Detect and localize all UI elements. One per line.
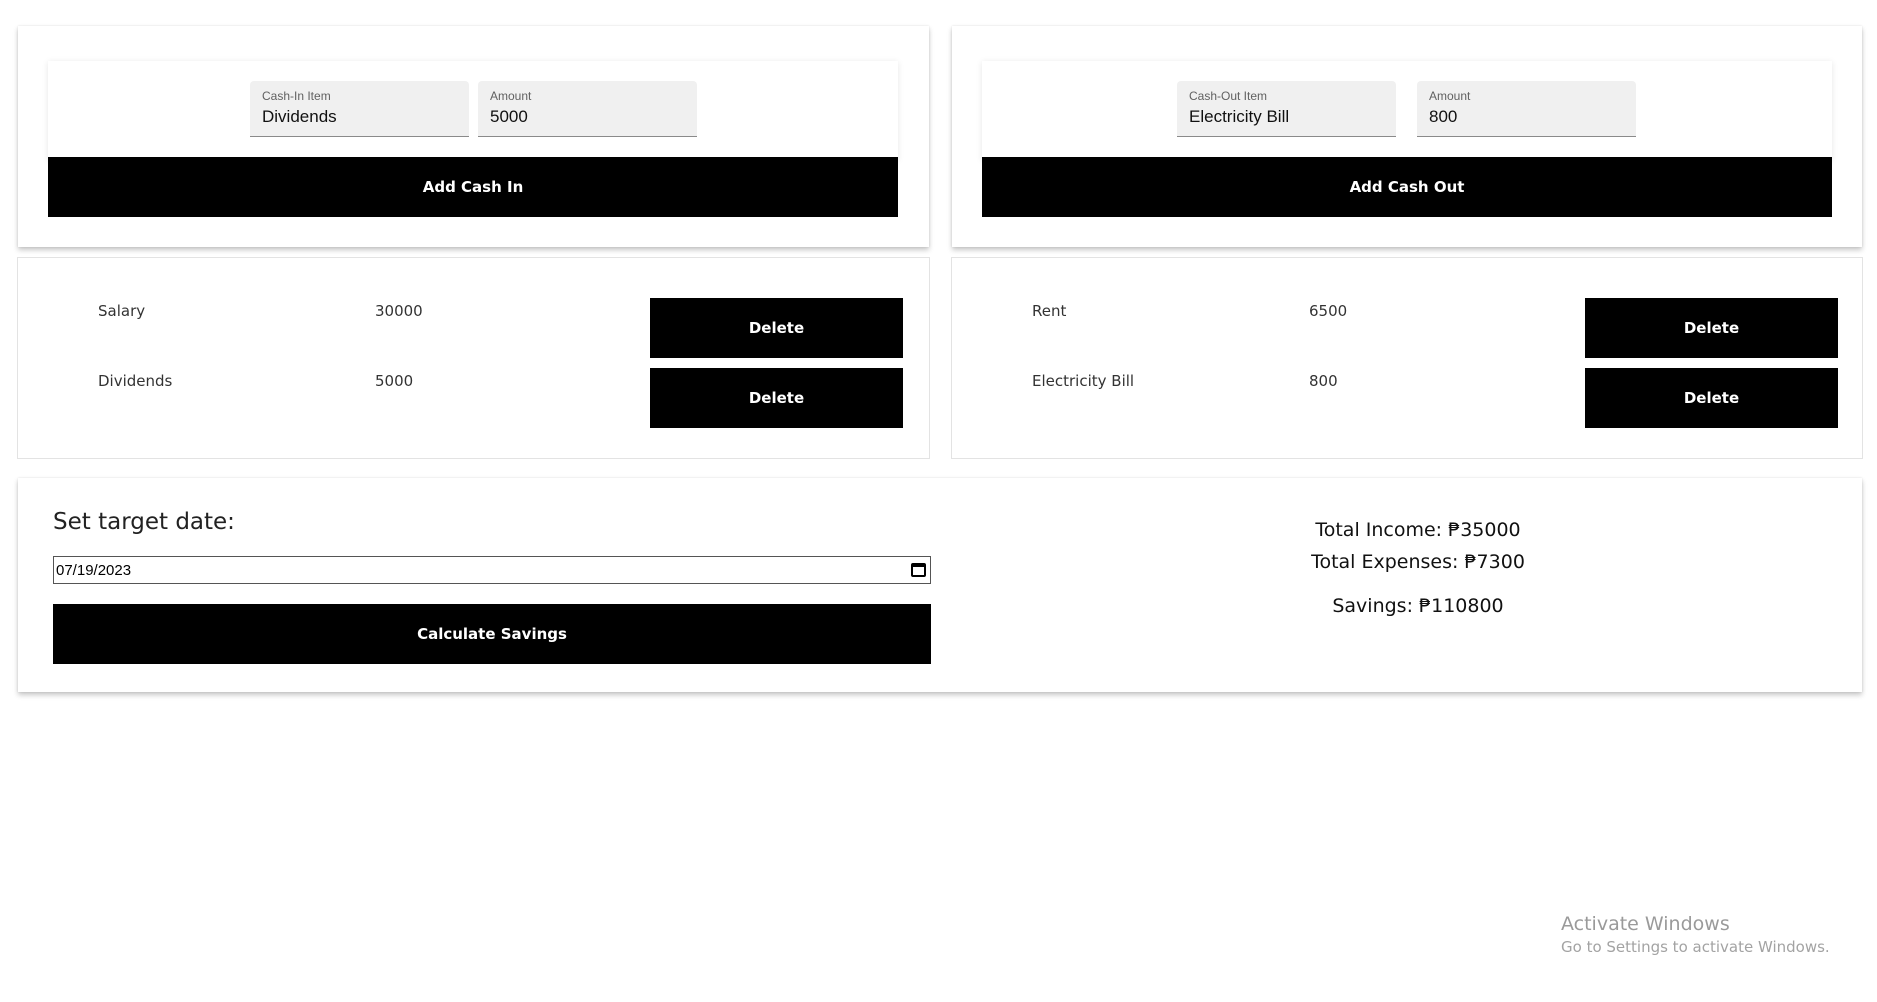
cash-in-item-field[interactable]: Cash-In Item	[250, 81, 469, 137]
total-expenses: Total Expenses: ₱7300	[1311, 551, 1525, 573]
cash-out-list: Rent 6500 Delete Electricity Bill 800 De…	[951, 257, 1863, 459]
cash-in-amount-input[interactable]	[490, 107, 685, 127]
calendar-icon[interactable]	[911, 563, 926, 577]
total-income: Total Income: ₱35000	[1315, 519, 1521, 541]
target-date-input[interactable]: 07/19/2023	[53, 556, 931, 584]
cash-in-item-name: Salary	[98, 302, 146, 320]
cash-in-item-label: Cash-In Item	[262, 89, 331, 103]
cash-out-form-card: Cash-Out Item Amount Add Cash Out	[952, 26, 1862, 247]
cash-out-item-amount: 6500	[1309, 302, 1348, 320]
delete-button[interactable]: Delete	[1585, 368, 1838, 428]
cash-in-item-amount: 5000	[375, 372, 414, 390]
cash-out-item-amount: 800	[1309, 372, 1338, 390]
cash-out-amount-input[interactable]	[1429, 107, 1624, 127]
savings-result: Savings: ₱110800	[1332, 595, 1504, 617]
cash-in-item-name: Dividends	[98, 372, 173, 390]
activate-windows-subtitle: Go to Settings to activate Windows.	[1561, 938, 1830, 956]
savings-card: Set target date: 07/19/2023 Calculate Sa…	[18, 478, 1862, 692]
cash-out-amount-label: Amount	[1429, 89, 1471, 103]
target-date-label: Set target date:	[53, 509, 235, 535]
target-date-value: 07/19/2023	[56, 561, 132, 579]
cash-in-form-card: Cash-In Item Amount Add Cash In	[18, 26, 929, 247]
delete-button[interactable]: Delete	[650, 368, 903, 428]
add-cash-out-button[interactable]: Add Cash Out	[982, 157, 1832, 217]
add-cash-in-button[interactable]: Add Cash In	[48, 157, 898, 217]
delete-button[interactable]: Delete	[650, 298, 903, 358]
delete-button[interactable]: Delete	[1585, 298, 1838, 358]
calculate-savings-button[interactable]: Calculate Savings	[53, 604, 931, 664]
cash-in-amount-label: Amount	[490, 89, 532, 103]
cash-in-form: Cash-In Item Amount	[48, 61, 898, 160]
cash-in-item-amount: 30000	[375, 302, 423, 320]
cash-in-amount-field[interactable]: Amount	[478, 81, 697, 137]
cash-out-amount-field[interactable]: Amount	[1417, 81, 1636, 137]
cash-out-form: Cash-Out Item Amount	[982, 61, 1832, 160]
activate-windows-title: Activate Windows	[1561, 913, 1730, 935]
cash-out-item-field[interactable]: Cash-Out Item	[1177, 81, 1396, 137]
cash-out-item-input[interactable]	[1189, 107, 1384, 127]
cash-in-list: Salary 30000 Delete Dividends 5000 Delet…	[17, 257, 930, 459]
cash-in-item-input[interactable]	[262, 107, 457, 127]
cash-out-item-name: Rent	[1032, 302, 1067, 320]
cash-out-item-label: Cash-Out Item	[1189, 89, 1268, 103]
cash-out-item-name: Electricity Bill	[1032, 372, 1135, 390]
